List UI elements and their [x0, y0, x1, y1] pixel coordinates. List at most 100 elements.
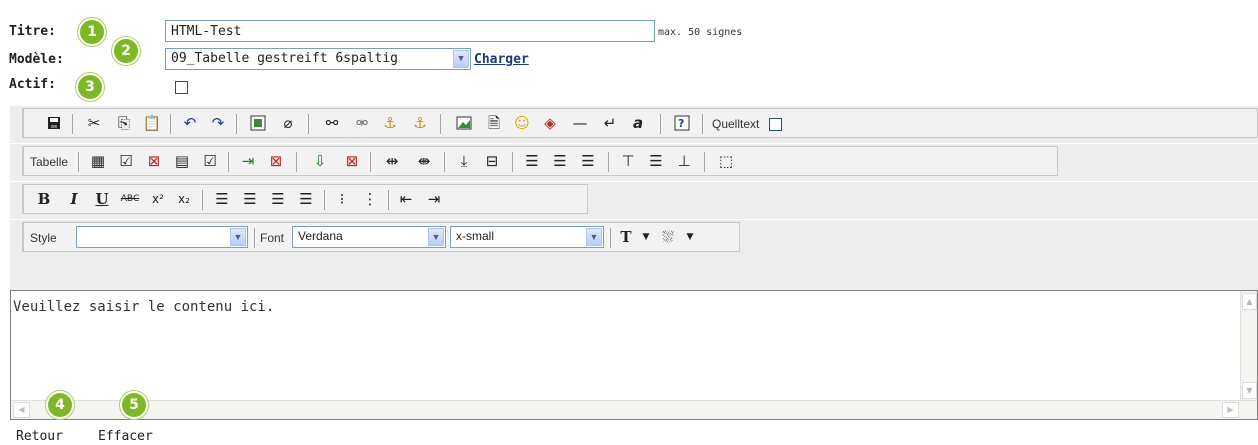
justify-icon[interactable]: ☰ [296, 189, 316, 209]
chevron-down-icon[interactable]: ▼ [636, 227, 656, 247]
redo-icon[interactable]: ↷ [208, 113, 228, 133]
anchor-icon[interactable]: ⚓ [380, 113, 400, 133]
align-cell-left-icon[interactable]: ☰ [522, 151, 542, 171]
clear-link[interactable]: Effacer [98, 429, 153, 444]
valign-bottom-icon[interactable]: ⊥ [674, 151, 694, 171]
editor-content[interactable]: Veuillez saisir le contenu ici. [13, 299, 274, 315]
active-label: Actif: [9, 77, 56, 92]
delete-row-icon[interactable]: ⊠ [266, 151, 286, 171]
ordered-list-icon[interactable]: ⁝ [332, 189, 352, 209]
valign-middle-icon[interactable]: ☰ [646, 151, 666, 171]
active-checkbox[interactable] [175, 81, 188, 94]
separator [702, 114, 703, 134]
scroll-up-icon[interactable]: ▲ [1242, 293, 1257, 310]
toolbar-group-2: Tabelle ▦ ☑ ⊠ ▤ ☑ ⇥ ⊠ ⇩ ⊠ ⇹ ⇼ ⤓ ⊟ ☰ ☰ ☰ … [22, 146, 1058, 176]
bold-icon[interactable]: B [34, 189, 54, 209]
model-select[interactable]: 09_Tabelle gestreift 6spaltig ▼ [165, 48, 471, 70]
back-link[interactable]: Retour [16, 429, 63, 444]
unlink-icon[interactable]: ⚮ [352, 113, 372, 133]
special-char-icon[interactable]: ◈ [540, 113, 560, 133]
title-input[interactable] [165, 20, 655, 42]
italic-icon[interactable]: I [64, 189, 84, 209]
editor-area[interactable]: Veuillez saisir le contenu ici. ▲ ▼ ◀ ▶ [10, 290, 1258, 420]
style-select[interactable]: ▼ [76, 226, 248, 248]
scroll-left-icon[interactable]: ◀ [13, 402, 30, 418]
chevron-down-icon[interactable]: ▼ [586, 228, 602, 246]
split-cell-icon[interactable]: ⇹ [382, 151, 402, 171]
separator [388, 190, 389, 210]
valign-top-icon[interactable]: ⊤ [618, 151, 638, 171]
delete-column-icon[interactable]: ⊠ [342, 151, 362, 171]
merge-rows-icon[interactable]: ⊟ [482, 151, 502, 171]
superscript-icon[interactable]: x² [148, 189, 168, 209]
smiley-icon[interactable]: ☺ [512, 113, 532, 133]
delete-table-icon[interactable]: ⊠ [144, 151, 164, 171]
badge-1: 1 [78, 18, 106, 46]
align-cell-center-icon[interactable]: ☰ [550, 151, 570, 171]
toolbar-row-3: B I U ABC x² x₂ ☰ ☰ ☰ ☰ ⁝ ⋮ ⇤ ⇥ [10, 181, 1258, 221]
select-all-icon[interactable] [248, 113, 268, 133]
separator [308, 114, 309, 134]
link-icon[interactable]: ⚯ [322, 113, 342, 133]
indent-icon[interactable]: ⇥ [424, 189, 444, 209]
badge-4: 4 [46, 391, 74, 419]
badge-3: 3 [76, 73, 104, 101]
svg-text:?: ? [678, 117, 684, 130]
merge-cells-icon[interactable]: ⇼ [414, 151, 434, 171]
save-icon[interactable] [44, 113, 64, 133]
table-properties-icon[interactable]: ☑ [116, 151, 136, 171]
image-icon[interactable] [454, 113, 474, 133]
unordered-list-icon[interactable]: ⋮ [360, 189, 380, 209]
horizontal-rule-icon[interactable]: — [570, 113, 590, 133]
align-right-icon[interactable]: ☰ [268, 189, 288, 209]
load-link[interactable]: Charger [474, 52, 529, 67]
vertical-scrollbar[interactable]: ▲ ▼ [1240, 291, 1257, 401]
format-text-icon[interactable]: a [628, 113, 648, 133]
size-select[interactable]: x-small ▼ [450, 226, 604, 248]
chevron-down-icon[interactable]: ▼ [428, 228, 444, 246]
outdent-icon[interactable]: ⇤ [396, 189, 416, 209]
document-icon[interactable]: 🗎 [484, 113, 504, 133]
table-label: Tabelle [30, 155, 69, 169]
table-border-icon[interactable]: ▤ [172, 151, 192, 171]
help-icon[interactable]: ? [672, 113, 692, 133]
insert-table-icon[interactable]: ▦ [88, 151, 108, 171]
split-row-icon[interactable]: ⤓ [454, 151, 474, 171]
copy-icon[interactable]: ⎘ [114, 113, 134, 133]
horizontal-scrollbar[interactable]: ◀ ▶ [11, 400, 1257, 419]
separator [296, 152, 297, 172]
align-center-icon[interactable]: ☰ [240, 189, 260, 209]
undo-icon[interactable]: ↶ [180, 113, 200, 133]
font-select[interactable]: Verdana ▼ [292, 226, 446, 248]
separator [170, 114, 171, 134]
remove-anchor-icon[interactable]: ⚓ [410, 113, 430, 133]
font-select-value: Verdana [298, 229, 343, 243]
chevron-down-icon[interactable]: ▼ [453, 50, 469, 68]
subscript-icon[interactable]: x₂ [174, 189, 194, 209]
line-break-icon[interactable]: ↵ [600, 113, 620, 133]
scroll-down-icon[interactable]: ▼ [1242, 382, 1257, 399]
source-label: Quelltext [712, 117, 760, 131]
cut-icon[interactable]: ✂ [84, 113, 104, 133]
chevron-down-icon[interactable]: ▼ [230, 228, 246, 246]
insert-row-icon[interactable]: ⇥ [238, 151, 258, 171]
cell-properties-icon[interactable]: ☑ [200, 151, 220, 171]
text-color-icon[interactable]: T [616, 227, 636, 247]
separator [254, 228, 255, 248]
scroll-right-icon[interactable]: ▶ [1222, 402, 1239, 418]
show-borders-icon[interactable]: ⬚ [716, 151, 736, 171]
model-label: Modèle: [9, 52, 64, 67]
chevron-down-icon[interactable]: ▼ [680, 227, 700, 247]
underline-icon[interactable]: U [92, 189, 112, 209]
highlight-color-icon[interactable]: ⛆ [658, 227, 678, 247]
insert-column-icon[interactable]: ⇩ [310, 151, 330, 171]
align-left-icon[interactable]: ☰ [212, 189, 232, 209]
eraser-icon[interactable]: ⌀ [278, 113, 298, 133]
strikethrough-icon[interactable]: ABC [120, 189, 140, 209]
separator [608, 152, 609, 172]
align-cell-right-icon[interactable]: ☰ [578, 151, 598, 171]
separator [660, 114, 661, 134]
separator [444, 152, 445, 172]
paste-icon[interactable]: 📋 [142, 113, 162, 133]
source-checkbox[interactable] [769, 118, 782, 131]
